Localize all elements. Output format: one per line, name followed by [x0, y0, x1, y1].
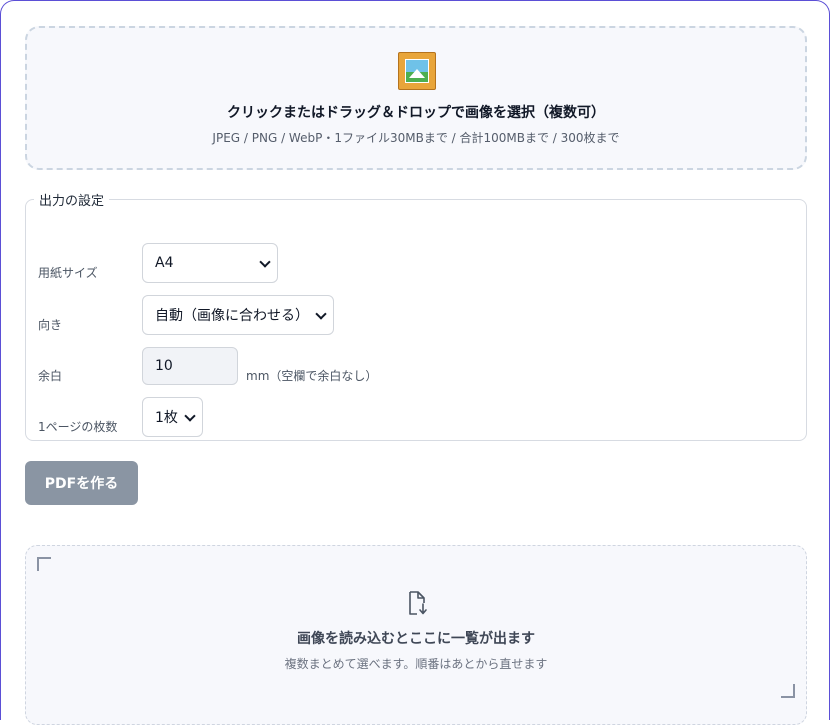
chevron-down-icon — [184, 410, 196, 422]
orientation-value: 自動（画像に合わせる） — [155, 308, 309, 324]
document-arrow-down-icon — [409, 591, 427, 615]
paper-size-select[interactable]: A4 — [142, 243, 278, 283]
corner-bracket-icon — [37, 557, 51, 571]
orientation-select[interactable]: 自動（画像に合わせる） — [142, 295, 334, 335]
placeholder-title: 画像を読み込むとここに一覧が出ます — [297, 631, 535, 647]
settings-legend: 出力の設定 — [39, 194, 105, 209]
make-pdf-button[interactable]: PDFを作る — [25, 461, 138, 505]
output-settings: 出力の設定 用紙サイズ A4 向き 自動（画像に合わせる） 余白 10 mm（空… — [25, 190, 807, 441]
dropzone-title: クリックまたはドラッグ＆ドロップで画像を選択（複数可） — [227, 105, 605, 121]
margin-label: 余白 — [38, 369, 63, 383]
margin-input[interactable]: 10 — [142, 347, 238, 385]
image-list-placeholder: 画像を読み込むとここに一覧が出ます 複数まとめて選べます。順番はあとから直せます — [25, 545, 807, 725]
chevron-down-icon — [259, 256, 271, 268]
per-page-select[interactable]: 1枚 — [142, 397, 203, 437]
dropzone-subtitle: JPEG / PNG / WebP・1ファイル30MBまで / 合計100MBま… — [212, 131, 620, 145]
margin-unit: mm（空欄で余白なし） — [246, 369, 378, 383]
per-page-value: 1枚 — [155, 410, 178, 426]
image-dropzone[interactable]: クリックまたはドラッグ＆ドロップで画像を選択（複数可） JPEG / PNG /… — [25, 26, 807, 170]
chevron-down-icon — [315, 308, 327, 320]
orientation-label: 向き — [38, 318, 63, 332]
margin-value: 10 — [155, 358, 173, 374]
per-page-label: 1ページの枚数 — [38, 420, 118, 434]
paper-size-label: 用紙サイズ — [38, 266, 98, 280]
corner-bracket-icon — [781, 684, 795, 698]
placeholder-subtitle: 複数まとめて選べます。順番はあとから直せます — [284, 657, 548, 671]
framed-picture-icon — [398, 52, 436, 90]
paper-size-value: A4 — [155, 255, 174, 271]
